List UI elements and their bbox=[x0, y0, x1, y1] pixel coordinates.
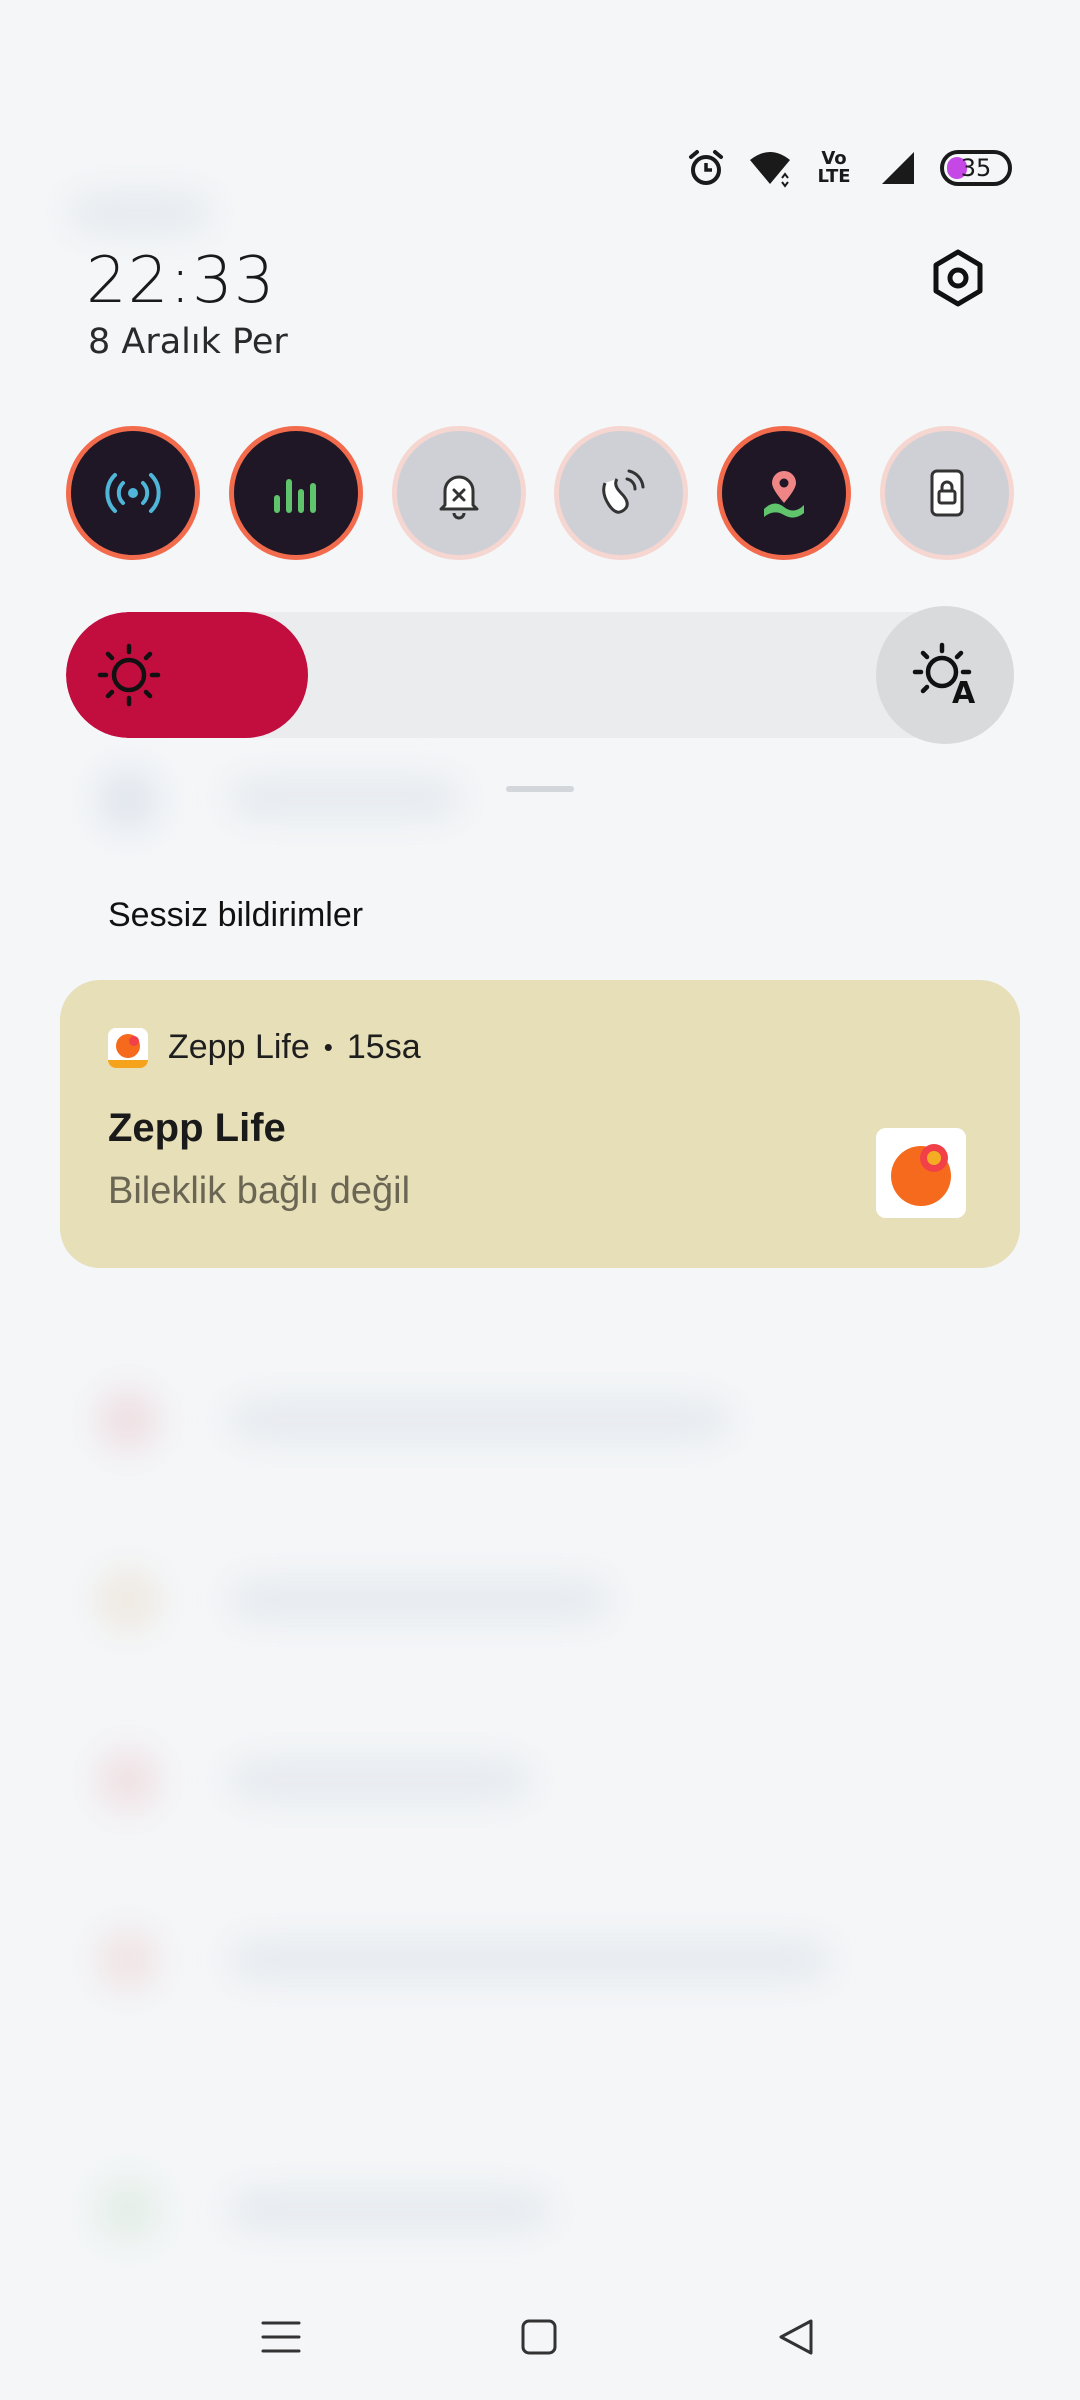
signal-icon bbox=[876, 146, 920, 190]
quick-toggles bbox=[66, 426, 1014, 560]
hotspot-icon bbox=[105, 473, 161, 513]
zepp-life-app-icon bbox=[108, 1028, 148, 1068]
brightness-sun-icon bbox=[97, 643, 161, 707]
auto-brightness-icon: A bbox=[912, 642, 978, 711]
gear-icon bbox=[933, 249, 983, 307]
battery-level: 35 bbox=[960, 154, 992, 182]
toggle-location[interactable] bbox=[717, 426, 852, 560]
brightness-slider[interactable] bbox=[66, 612, 1014, 738]
zepp-life-logo-icon bbox=[876, 1128, 966, 1218]
home-icon bbox=[521, 2319, 557, 2355]
notification-card[interactable]: Zepp Life • 15sa Zepp Life Bileklik bağl… bbox=[60, 980, 1020, 1268]
volte-label-bottom: LTE bbox=[817, 166, 851, 187]
toggle-data-usage[interactable] bbox=[228, 426, 363, 560]
lock-screen-icon bbox=[930, 469, 964, 517]
location-icon bbox=[764, 471, 805, 518]
notification-app-name: Zepp Life bbox=[168, 1028, 310, 1066]
toggle-hotspot[interactable] bbox=[66, 426, 200, 560]
notification-text: Bileklik bağlı değil bbox=[108, 1170, 411, 1212]
clock-time[interactable]: 22:33 bbox=[86, 244, 275, 318]
volte-icon: Vo LTE bbox=[812, 146, 856, 190]
auto-brightness-button[interactable]: A bbox=[876, 606, 1014, 744]
notification-shade: Vo LTE 35 22:33 8 Aralık Per A Sessiz bi… bbox=[0, 0, 1080, 2400]
notification-time: 15sa bbox=[346, 1028, 421, 1066]
clock-date[interactable]: 8 Aralık Per bbox=[88, 322, 288, 362]
recents-button[interactable] bbox=[244, 2300, 318, 2374]
battery-indicator: 35 bbox=[940, 150, 1012, 186]
toggle-do-not-disturb[interactable] bbox=[391, 426, 526, 560]
navigation-bar bbox=[0, 2300, 1080, 2374]
silent-notifications-heading: Sessiz bildirimler bbox=[108, 896, 364, 934]
notification-separator: • bbox=[323, 1032, 333, 1062]
back-button[interactable] bbox=[758, 2300, 832, 2374]
alarm-icon bbox=[684, 146, 728, 190]
home-button[interactable] bbox=[502, 2300, 576, 2374]
auto-brightness-label: A bbox=[952, 676, 976, 711]
toggle-lock-screen[interactable] bbox=[879, 426, 1014, 560]
dnd-bell-icon bbox=[439, 475, 479, 520]
data-usage-icon bbox=[273, 479, 316, 513]
notification-header: Zepp Life • 15sa bbox=[168, 1028, 421, 1067]
menu-icon bbox=[261, 2321, 301, 2353]
wifi-icon bbox=[748, 146, 792, 190]
notification-title: Zepp Life bbox=[108, 1106, 286, 1150]
toggle-nfc[interactable] bbox=[554, 426, 689, 560]
back-icon bbox=[779, 2319, 813, 2355]
nfc-icon bbox=[602, 469, 645, 514]
settings-button[interactable] bbox=[920, 240, 996, 316]
drag-handle[interactable] bbox=[506, 786, 574, 792]
status-bar: Vo LTE 35 bbox=[684, 140, 1012, 196]
